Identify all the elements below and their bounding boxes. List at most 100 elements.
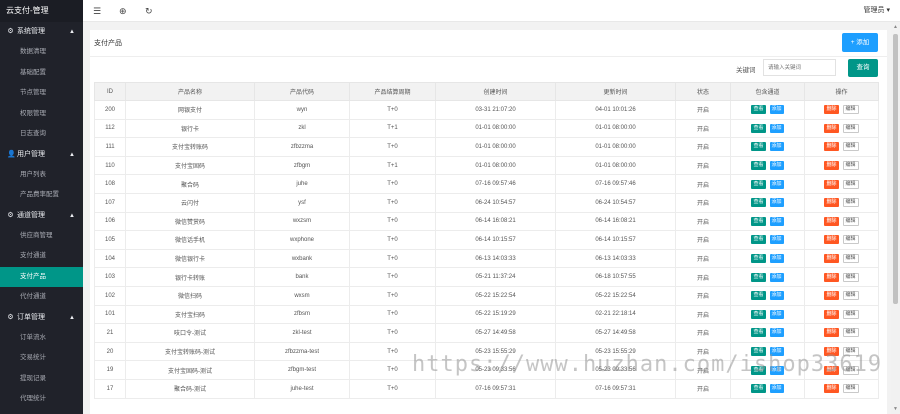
add-channel-button[interactable]: 添加 xyxy=(769,272,784,282)
sidebar-group[interactable]: ⚙ 订单管理 ▲ xyxy=(0,308,83,328)
add-channel-button[interactable]: 添加 xyxy=(769,216,784,226)
table-row: 104 微信银行卡 wxbank T+0 06-13 14:03:33 06-13 14:… xyxy=(94,248,879,269)
scroll-up-icon[interactable]: ▲ xyxy=(891,24,900,30)
app-logo[interactable]: 云支付-管理 xyxy=(0,0,83,22)
cell-channels: 查看 添加 xyxy=(730,155,805,176)
delete-button[interactable]: 删除 xyxy=(824,272,839,282)
delete-button[interactable]: 删除 xyxy=(824,161,839,171)
view-channels-button[interactable]: 查看 xyxy=(751,309,766,319)
view-channels-button[interactable]: 查看 xyxy=(751,291,766,301)
add-channel-button[interactable]: 添加 xyxy=(769,254,784,264)
edit-button[interactable]: 编辑 xyxy=(842,384,859,394)
delete-button[interactable]: 删除 xyxy=(824,216,839,226)
sidebar-item[interactable]: 节点管理 xyxy=(0,83,83,104)
page-scrollbar[interactable]: ▲ ▼ xyxy=(891,22,900,414)
view-channels-button[interactable]: 查看 xyxy=(751,272,766,282)
edit-button[interactable]: 编辑 xyxy=(842,328,859,338)
add-channel-button[interactable]: 添加 xyxy=(769,123,784,133)
admin-user-menu[interactable]: 管理员 ▾ xyxy=(864,0,890,22)
sidebar-item[interactable]: 日志查询 xyxy=(0,124,83,145)
cell-actions: 删除 编辑 xyxy=(804,211,879,232)
sidebar-item[interactable]: 用户列表 xyxy=(0,165,83,186)
add-channel-button[interactable]: 添加 xyxy=(769,328,784,338)
view-channels-button[interactable]: 查看 xyxy=(751,142,766,152)
delete-button[interactable]: 删除 xyxy=(824,105,839,115)
edit-button[interactable]: 编辑 xyxy=(842,291,859,301)
edit-button[interactable]: 编辑 xyxy=(842,161,859,171)
add-channel-button[interactable]: 添加 xyxy=(769,161,784,171)
cell-updated: 01-01 08:00:00 xyxy=(555,137,676,157)
delete-button[interactable]: 删除 xyxy=(824,123,839,133)
view-channels-button[interactable]: 查看 xyxy=(751,384,766,394)
cell-status: 开启 xyxy=(675,230,731,250)
sidebar-item[interactable]: 权限管理 xyxy=(0,104,83,125)
menu-toggle-icon[interactable]: ☰ xyxy=(93,0,101,22)
sidebar-item[interactable]: 订单流水 xyxy=(0,328,83,349)
view-channels-button[interactable]: 查看 xyxy=(751,198,766,208)
sidebar-item[interactable]: 代理统计 xyxy=(0,389,83,410)
add-channel-button[interactable]: 添加 xyxy=(769,309,784,319)
edit-button[interactable]: 编辑 xyxy=(842,309,859,319)
delete-button[interactable]: 删除 xyxy=(824,309,839,319)
edit-button[interactable]: 编辑 xyxy=(842,235,859,245)
delete-button[interactable]: 删除 xyxy=(824,179,839,189)
add-channel-button[interactable]: 添加 xyxy=(769,198,784,208)
keyword-input[interactable] xyxy=(763,59,836,76)
delete-button[interactable]: 删除 xyxy=(824,291,839,301)
delete-button[interactable]: 删除 xyxy=(824,142,839,152)
view-channels-button[interactable]: 查看 xyxy=(751,123,766,133)
view-channels-button[interactable]: 查看 xyxy=(751,254,766,264)
sidebar-item[interactable]: 基础配置 xyxy=(0,63,83,84)
edit-button[interactable]: 编辑 xyxy=(842,105,859,115)
sidebar-group[interactable]: 👤用户管理 ▲ xyxy=(0,145,83,165)
edit-button[interactable]: 编辑 xyxy=(842,272,859,282)
query-button[interactable]: 查询 xyxy=(848,59,878,77)
sidebar-item[interactable]: 产品费率配置 xyxy=(0,185,83,206)
cell-id: 20 xyxy=(94,341,126,362)
sidebar-item[interactable]: 提现记录 xyxy=(0,369,83,390)
view-channels-button[interactable]: 查看 xyxy=(751,216,766,226)
cell-name: 微信话手机 xyxy=(125,230,255,250)
delete-button[interactable]: 删除 xyxy=(824,328,839,338)
delete-button[interactable]: 删除 xyxy=(824,198,839,208)
refresh-icon[interactable]: ↻ xyxy=(145,0,153,22)
edit-button[interactable]: 编辑 xyxy=(842,123,859,133)
sidebar-item[interactable]: 支付产品 xyxy=(0,266,83,287)
sidebar-item[interactable]: 代付通道 xyxy=(0,287,83,308)
edit-button[interactable]: 编辑 xyxy=(842,142,859,152)
view-channels-button[interactable]: 查看 xyxy=(751,179,766,189)
sidebar-group-label: 系统管理 xyxy=(17,28,45,35)
sidebar-item[interactable]: 数据清理 xyxy=(0,42,83,63)
edit-button[interactable]: 编辑 xyxy=(842,254,859,264)
edit-button[interactable]: 编辑 xyxy=(842,179,859,189)
edit-button[interactable]: 编辑 xyxy=(842,198,859,208)
delete-button[interactable]: 删除 xyxy=(824,254,839,264)
cell-name: 银行卡转账 xyxy=(125,267,255,287)
cell-code: zfbgm xyxy=(254,155,350,176)
add-channel-button[interactable]: 添加 xyxy=(769,105,784,115)
delete-button[interactable]: 删除 xyxy=(824,235,839,245)
table-row: 17 聚合码-测试 juhe-test T+0 07-16 09:57:31 07-16 … xyxy=(94,378,879,399)
scroll-down-icon[interactable]: ▼ xyxy=(891,406,900,412)
add-channel-button[interactable]: 添加 xyxy=(769,291,784,301)
view-channels-button[interactable]: 查看 xyxy=(751,161,766,171)
globe-icon[interactable]: ⊕ xyxy=(119,0,127,22)
gear-icon: ⚙ xyxy=(7,313,14,321)
chevron-up-icon: ▲ xyxy=(69,151,75,158)
add-channel-button[interactable]: 添加 xyxy=(769,179,784,189)
view-channels-button[interactable]: 查看 xyxy=(751,235,766,245)
scrollbar-thumb[interactable] xyxy=(893,34,898,304)
sidebar-group[interactable]: ⚙ 系统管理 ▲ xyxy=(0,22,83,42)
add-channel-button[interactable]: 添加 xyxy=(769,235,784,245)
sidebar-item[interactable]: 供应商管理 xyxy=(0,226,83,247)
sidebar-item[interactable]: 交易统计 xyxy=(0,348,83,369)
add-channel-button[interactable]: 添加 xyxy=(769,142,784,152)
edit-button[interactable]: 编辑 xyxy=(842,216,859,226)
view-channels-button[interactable]: 查看 xyxy=(751,105,766,115)
delete-button[interactable]: 删除 xyxy=(824,384,839,394)
view-channels-button[interactable]: 查看 xyxy=(751,328,766,338)
add-channel-button[interactable]: 添加 xyxy=(769,384,784,394)
sidebar-group[interactable]: ⚙ 通道管理 ▲ xyxy=(0,206,83,226)
add-button[interactable]: + 添加 xyxy=(842,33,878,52)
sidebar-item[interactable]: 支付通道 xyxy=(0,246,83,267)
